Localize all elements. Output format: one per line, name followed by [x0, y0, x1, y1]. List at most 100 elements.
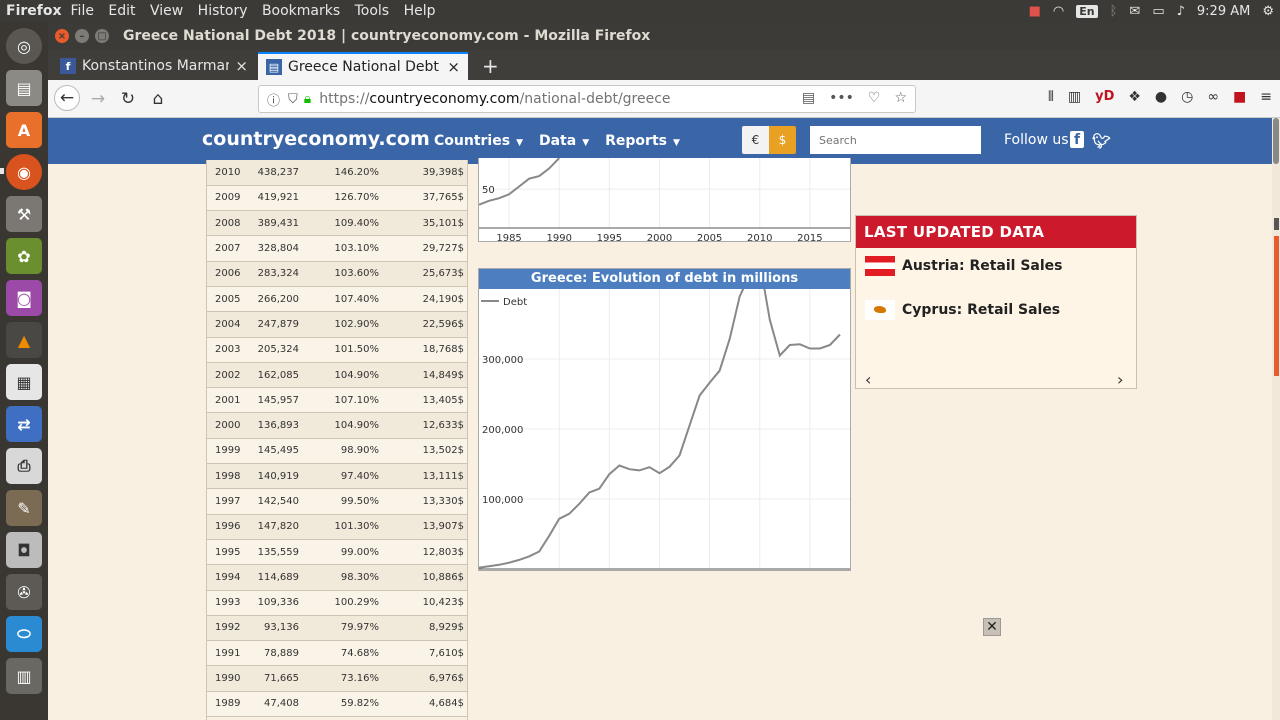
- library-icon[interactable]: ⫴: [1048, 89, 1054, 105]
- tab-close-icon[interactable]: ×: [447, 58, 460, 76]
- currency-usd-button[interactable]: $: [769, 126, 796, 154]
- power-gear-icon[interactable]: ⚙: [1262, 4, 1274, 19]
- software-center-icon[interactable]: A: [6, 112, 42, 148]
- printer-icon[interactable]: ⎙: [6, 448, 42, 484]
- legend-label: Debt: [503, 297, 527, 308]
- cell-debt: 78,889: [249, 640, 299, 667]
- menu-view[interactable]: View: [150, 3, 183, 19]
- volume-icon[interactable]: ♪: [1177, 4, 1185, 19]
- menu-edit[interactable]: Edit: [108, 3, 135, 19]
- active-indicator: [0, 168, 4, 174]
- mask-extension-icon[interactable]: ∞: [1207, 89, 1219, 105]
- nav-reports[interactable]: Reports ▼: [605, 133, 680, 149]
- cell-debt-pct: 74.68%: [299, 640, 379, 667]
- menu-bookmarks[interactable]: Bookmarks: [262, 3, 340, 19]
- site-search-input[interactable]: [810, 126, 981, 154]
- tab-title: Greece National Debt 2018: [288, 59, 441, 75]
- twitter-icon[interactable]: 🐦︎: [1092, 132, 1111, 150]
- nav-data[interactable]: Data ▼: [539, 133, 589, 149]
- sidebar-icon[interactable]: ▥: [1068, 89, 1081, 105]
- chevron-right-icon[interactable]: ›: [1117, 370, 1123, 389]
- network-app-icon[interactable]: ⬭: [6, 616, 42, 652]
- window-minimize-button[interactable]: –: [75, 29, 89, 43]
- pdf-extension-icon[interactable]: ■: [1233, 89, 1246, 105]
- window-close-button[interactable]: ×: [55, 29, 69, 43]
- cell-debt: 283,324: [249, 261, 299, 287]
- battery-icon[interactable]: ▭: [1152, 4, 1164, 19]
- page-viewport: countryeconomy.com Countries ▼ Data ▼ Repo…: [48, 118, 1272, 720]
- remote-desktop-icon[interactable]: ⇄: [6, 406, 42, 442]
- bluetooth-icon[interactable]: ᛒ: [1110, 4, 1118, 19]
- info-icon[interactable]: ⓘ: [267, 90, 280, 109]
- video-tool-icon[interactable]: ✇: [6, 574, 42, 610]
- tab-close-icon[interactable]: ×: [235, 57, 248, 75]
- page-scrollbar[interactable]: [1272, 118, 1280, 720]
- scrollbar-thumb[interactable]: [1273, 118, 1279, 164]
- wifi-icon[interactable]: ◠: [1053, 4, 1064, 19]
- extension-icon[interactable]: ❖: [1128, 89, 1141, 105]
- clock[interactable]: 9:29 AM: [1197, 4, 1250, 19]
- video-editor-icon[interactable]: ▦: [6, 364, 42, 400]
- last-updated-panel: LAST UPDATED DATA Austria: Retail Sales …: [855, 215, 1137, 389]
- chevron-left-icon[interactable]: ‹: [865, 370, 871, 389]
- cell-debt-pct: 104.90%: [299, 412, 379, 439]
- forward-button[interactable]: →: [86, 87, 110, 111]
- cell-debt-pct: 104.90%: [299, 362, 379, 389]
- vlc-icon[interactable]: ▲: [6, 322, 42, 358]
- menu-history[interactable]: History: [198, 3, 248, 19]
- url-text[interactable]: https://countryeconomy.com/national-debt…: [319, 91, 670, 107]
- settings-icon[interactable]: ⚒: [6, 196, 42, 232]
- gimp-icon[interactable]: ✎: [6, 490, 42, 526]
- pineapple-app-icon[interactable]: ✿: [6, 238, 42, 274]
- menu-help[interactable]: Help: [404, 3, 436, 19]
- menu-file[interactable]: File: [71, 3, 94, 19]
- lock-icon[interactable]: 🔒︎: [304, 91, 311, 107]
- back-button[interactable]: ←: [54, 85, 80, 111]
- cell-debt-pct: 99.50%: [299, 488, 379, 515]
- camera-icon[interactable]: ■: [1029, 4, 1041, 19]
- cell-debt: 145,495: [249, 438, 299, 465]
- cell-per-capita: 37,765$: [379, 185, 468, 212]
- firefox-icon[interactable]: ◉: [6, 154, 42, 190]
- ubuntu-dash-icon[interactable]: ◎: [6, 28, 42, 64]
- facebook-icon[interactable]: f: [1070, 131, 1084, 148]
- new-tab-button[interactable]: +: [474, 52, 507, 80]
- cell-debt: 147,820: [249, 514, 299, 540]
- files-icon[interactable]: ▤: [6, 70, 42, 106]
- table-row: 1991 78,889 74.68% 7,610$: [206, 640, 468, 667]
- hamburger-menu-icon[interactable]: ≡: [1260, 89, 1272, 105]
- tab-facebook[interactable]: f Konstantinos Marmaridis ×: [52, 52, 256, 80]
- close-ad-button[interactable]: ✕: [983, 618, 1001, 636]
- page-actions-icon[interactable]: •••: [829, 90, 854, 106]
- cell-year: 2008: [206, 210, 249, 237]
- trash-icon[interactable]: ▥: [6, 658, 42, 694]
- site-logo[interactable]: countryeconomy.com: [202, 128, 430, 150]
- window-maximize-button[interactable]: □: [95, 29, 109, 43]
- pocket-icon[interactable]: ♡: [868, 90, 881, 106]
- dark-extension-icon[interactable]: ●: [1155, 89, 1167, 105]
- history-clock-icon[interactable]: ◷: [1181, 89, 1193, 105]
- nav-countries[interactable]: Countries ▼: [434, 133, 523, 149]
- menu-tools[interactable]: Tools: [355, 3, 390, 19]
- last-updated-item[interactable]: Austria: Retail Sales: [865, 256, 1063, 276]
- webcam-app-icon[interactable]: ◙: [6, 280, 42, 316]
- reader-view-icon[interactable]: ▤: [802, 90, 815, 106]
- yd-extension-icon[interactable]: yD: [1095, 89, 1114, 105]
- url-bar[interactable]: ⓘ ⛉ 🔒︎ https://countryeconomy.com/nation…: [258, 85, 916, 113]
- debt-millions-chart: Greece: Evolution of debt in millions 19…: [478, 268, 851, 571]
- last-updated-item[interactable]: Cyprus: Retail Sales: [865, 300, 1060, 320]
- tab-greece-debt[interactable]: ▤ Greece National Debt 2018 ×: [258, 52, 468, 80]
- home-button[interactable]: ⌂: [146, 87, 170, 111]
- reload-button[interactable]: ↻: [116, 87, 140, 111]
- currency-eur-button[interactable]: €: [742, 126, 769, 154]
- table-row: 1993 109,336 100.29% 10,423$: [206, 590, 468, 616]
- keyboard-layout[interactable]: En: [1076, 4, 1098, 18]
- mail-icon[interactable]: ✉: [1129, 4, 1140, 19]
- table-row: 2000 136,893 104.90% 12,633$: [206, 412, 468, 439]
- bookmark-star-icon[interactable]: ☆: [894, 90, 907, 106]
- screenshot-icon[interactable]: ◘: [6, 532, 42, 568]
- tracking-shield-icon[interactable]: ⛉: [288, 92, 298, 107]
- navigation-toolbar: ← → ↻ ⌂ ⓘ ⛉ 🔒︎ https://countryeconomy.co…: [48, 80, 1280, 118]
- austria-flag-icon: [865, 256, 895, 276]
- scroll-marker: [1274, 218, 1279, 230]
